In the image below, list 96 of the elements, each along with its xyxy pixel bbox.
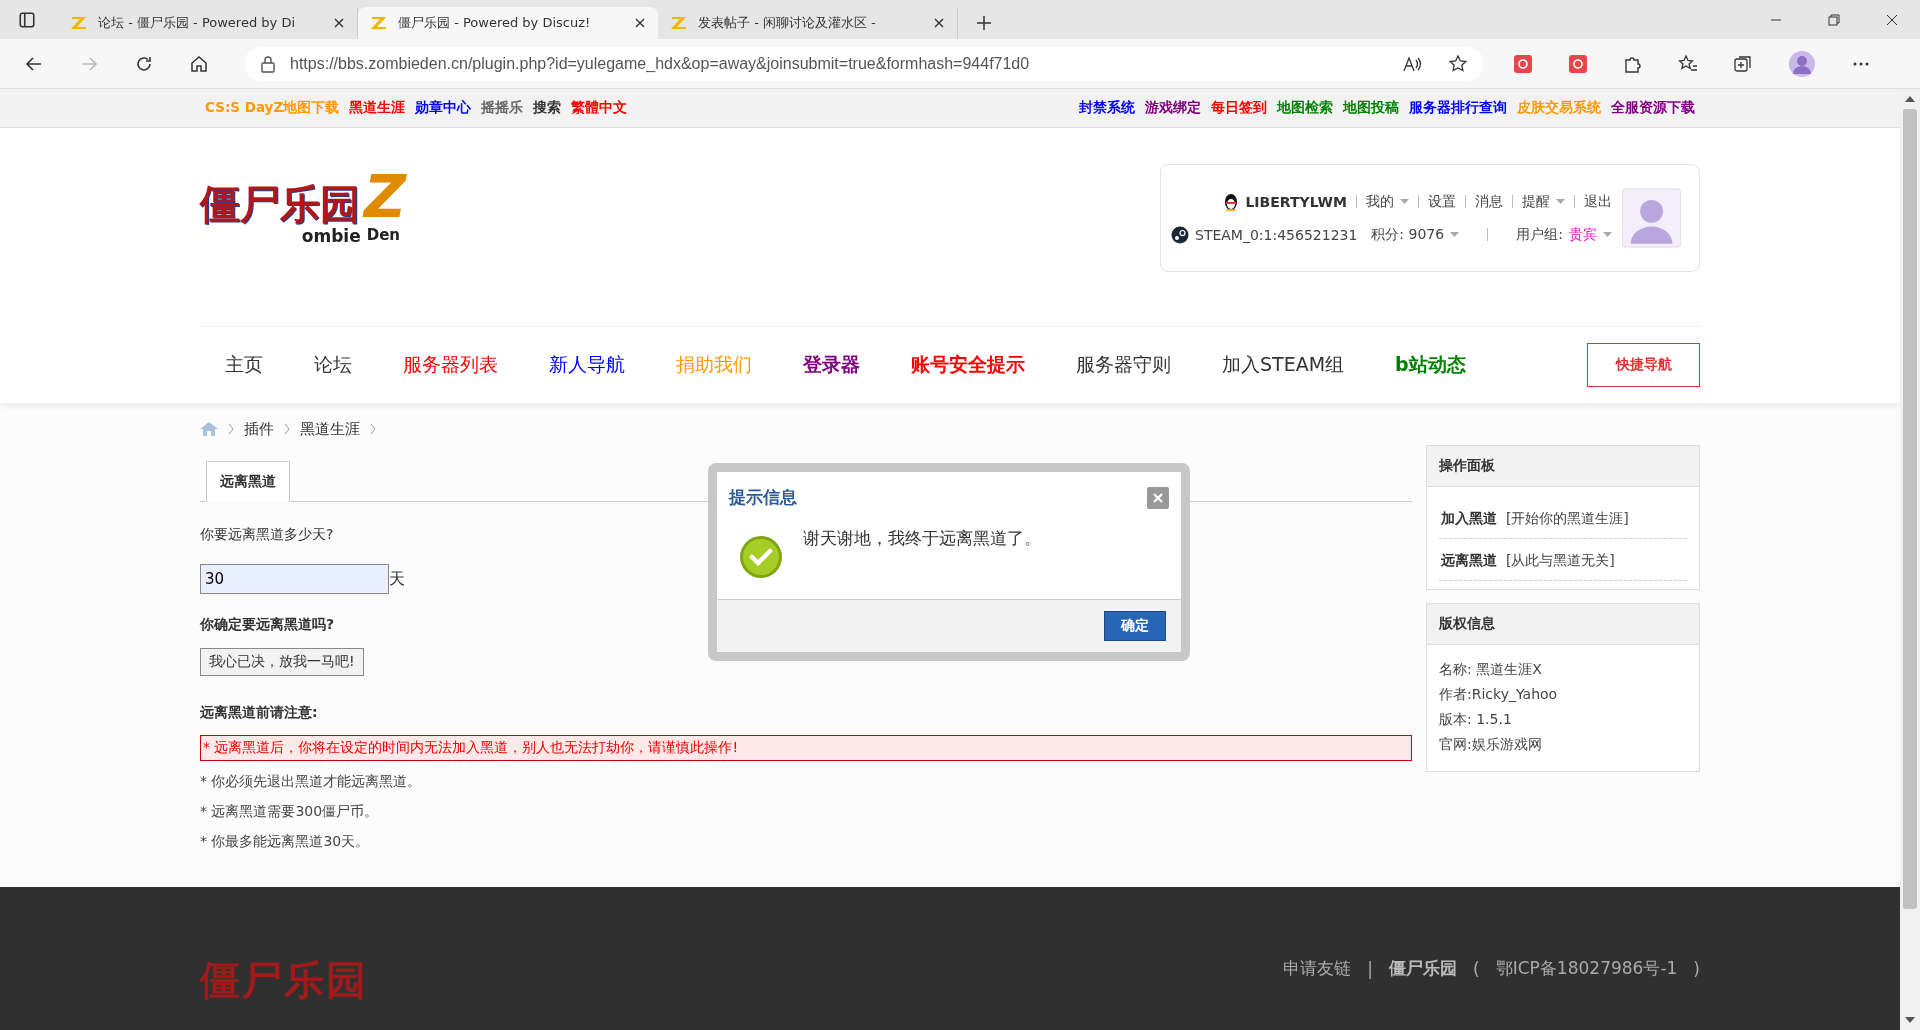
extension-icon[interactable] (1513, 53, 1533, 74)
lock-icon (260, 54, 276, 73)
site-favicon-icon (670, 15, 688, 31)
nav-link[interactable]: 论坛 (314, 352, 352, 378)
points-link[interactable]: 积分: 9076 (1371, 225, 1445, 244)
days-input[interactable]: 30 (200, 564, 389, 594)
footer-text: 鄂ICP备18027986号-1 (1495, 957, 1678, 980)
close-icon[interactable] (634, 17, 646, 29)
footer-text: ) (1693, 958, 1700, 979)
extension-icon[interactable] (1568, 53, 1588, 74)
close-icon[interactable] (1886, 14, 1898, 26)
top-link[interactable]: 勋章中心 (415, 99, 472, 117)
restore-icon[interactable] (1828, 14, 1840, 26)
site-favicon-icon (70, 15, 88, 31)
nav-link[interactable]: 服务器守则 (1076, 352, 1171, 378)
dialog-message: 谢天谢地，我终于远离黑道了。 (803, 527, 1041, 550)
content-tab[interactable]: 远离黑道 (206, 461, 290, 502)
add-favorite-icon[interactable] (1448, 53, 1468, 74)
top-link[interactable]: 游戏绑定 (1145, 99, 1201, 117)
steam-id: STEAM_0:1:456521231 (1195, 226, 1358, 243)
panel-link[interactable]: 加入黑道 [开始你的黑道生涯] (1439, 497, 1687, 539)
logo-subtitle: Den (366, 226, 400, 246)
top-link[interactable]: 封禁系统 (1079, 99, 1135, 117)
chevron-icon (228, 423, 234, 435)
user-menu-link[interactable]: 我的 (1365, 192, 1409, 211)
close-icon[interactable] (333, 17, 345, 29)
penguin-icon (1223, 192, 1240, 211)
top-link[interactable]: 繁體中文 (571, 99, 628, 117)
footer-text: ( (1473, 958, 1480, 979)
address-bar[interactable]: https://bbs.zombieden.cn/plugin.php?id=yulegame_hdx&op=away&joinsubmit=true&formhash=944f71d0 (244, 46, 1484, 81)
site-favicon-icon (370, 15, 388, 31)
user-menu-link[interactable]: 设置 (1427, 192, 1456, 211)
user-menu-link[interactable]: 消息 (1474, 192, 1503, 211)
panel-link[interactable]: 远离黑道 [从此与黑道无关] (1439, 539, 1687, 581)
top-link[interactable]: 搜索 (533, 99, 562, 117)
logo-letter: Z (364, 168, 407, 226)
info-line: 版本: 1.5.1 (1439, 710, 1513, 729)
top-link[interactable]: 黑道生涯 (349, 99, 406, 117)
note-text: * 你必须先退出黑道才能远离黑道。 (200, 773, 423, 791)
steam-icon (1171, 225, 1189, 244)
new-tab-icon[interactable] (976, 15, 992, 31)
breadcrumb-link[interactable]: 黑道生涯 (300, 419, 360, 439)
chevron-icon (284, 423, 290, 435)
unit-label: 天 (389, 568, 405, 590)
footer-text: 申请友链 (1283, 957, 1352, 980)
footer-text: | (1367, 958, 1374, 979)
user-menu-link[interactable]: 提醒 (1521, 192, 1565, 211)
top-link[interactable]: 每日签到 (1211, 99, 1267, 117)
nav-link[interactable]: 服务器列表 (403, 352, 498, 378)
nav-link[interactable]: 账号安全提示 (911, 352, 1025, 378)
confirm-question: 你确定要远离黑道吗? (200, 616, 335, 634)
user-group-label: 用户组: (1516, 225, 1563, 244)
submit-button[interactable]: 我心已决，放我一马吧! (200, 648, 364, 676)
close-icon[interactable] (933, 17, 945, 29)
notice-title: 远离黑道前请注意: (200, 704, 318, 722)
browser-tab[interactable]: 僵尸乐园 - Powered by Discuz! (358, 7, 658, 39)
logo-subtitle: ombie (301, 226, 361, 246)
note-text: * 远离黑道需要300僵尸币。 (200, 803, 380, 821)
info-line: 名称: 黑道生涯X (1439, 660, 1543, 679)
top-link[interactable]: 全服资源下载 (1611, 99, 1695, 117)
success-check-icon (739, 535, 783, 579)
info-line: 作者:Ricky_Yahoo (1439, 685, 1559, 704)
footer-text: 僵尸乐园 (1389, 957, 1458, 980)
scroll-down-icon[interactable] (1905, 1016, 1915, 1024)
tab-actions-icon[interactable] (18, 11, 36, 29)
scrollbar[interactable] (1900, 89, 1920, 1030)
read-aloud-icon[interactable] (1402, 54, 1422, 73)
warning-message: * 远离黑道后，你将在设定的时间内无法加入黑道，别人也无法打劫你，请谨慎此操作! (200, 735, 1412, 761)
scroll-up-icon[interactable] (1905, 95, 1915, 103)
top-link[interactable]: 地图投稿 (1343, 99, 1399, 117)
nav-link[interactable]: 新人导航 (549, 352, 625, 378)
panel-title: 版权信息 (1427, 604, 1699, 645)
nav-link[interactable]: 主页 (225, 352, 263, 378)
username-link[interactable]: LIBERTYLWM (1245, 193, 1347, 210)
home-icon[interactable] (189, 53, 209, 74)
nav-link[interactable]: 登录器 (803, 352, 860, 378)
info-line: 官网:娱乐游戏网 (1439, 735, 1543, 754)
top-link[interactable]: 地图检索 (1277, 99, 1333, 117)
note-text: * 你最多能远离黑道30天。 (200, 833, 371, 851)
nav-link[interactable]: 加入STEAM组 (1222, 352, 1345, 378)
dialog-title: 提示信息 (729, 486, 797, 509)
user-menu-link[interactable]: 退出 (1583, 192, 1612, 211)
favorites-icon[interactable] (1678, 53, 1698, 74)
quick-nav-button[interactable]: 快捷导航 (1587, 343, 1700, 387)
top-link[interactable]: 摇摇乐 (481, 99, 524, 117)
top-link[interactable]: 服务器排行查询 (1409, 99, 1507, 117)
profile-avatar-icon[interactable] (1788, 49, 1816, 78)
confirm-button[interactable]: 确定 (1104, 611, 1166, 641)
nav-link[interactable]: b站动态 (1395, 352, 1466, 378)
panel-title: 操作面板 (1427, 446, 1699, 487)
question-text: 你要远离黑道多少天? (200, 526, 334, 544)
footer-logo-title: 僵尸乐园 (200, 957, 368, 1003)
logo-title[interactable]: 僵尸乐园 (200, 182, 360, 226)
collections-icon[interactable] (1733, 53, 1753, 74)
breadcrumb-link[interactable]: 插件 (244, 419, 274, 439)
chevron-icon (370, 423, 376, 435)
